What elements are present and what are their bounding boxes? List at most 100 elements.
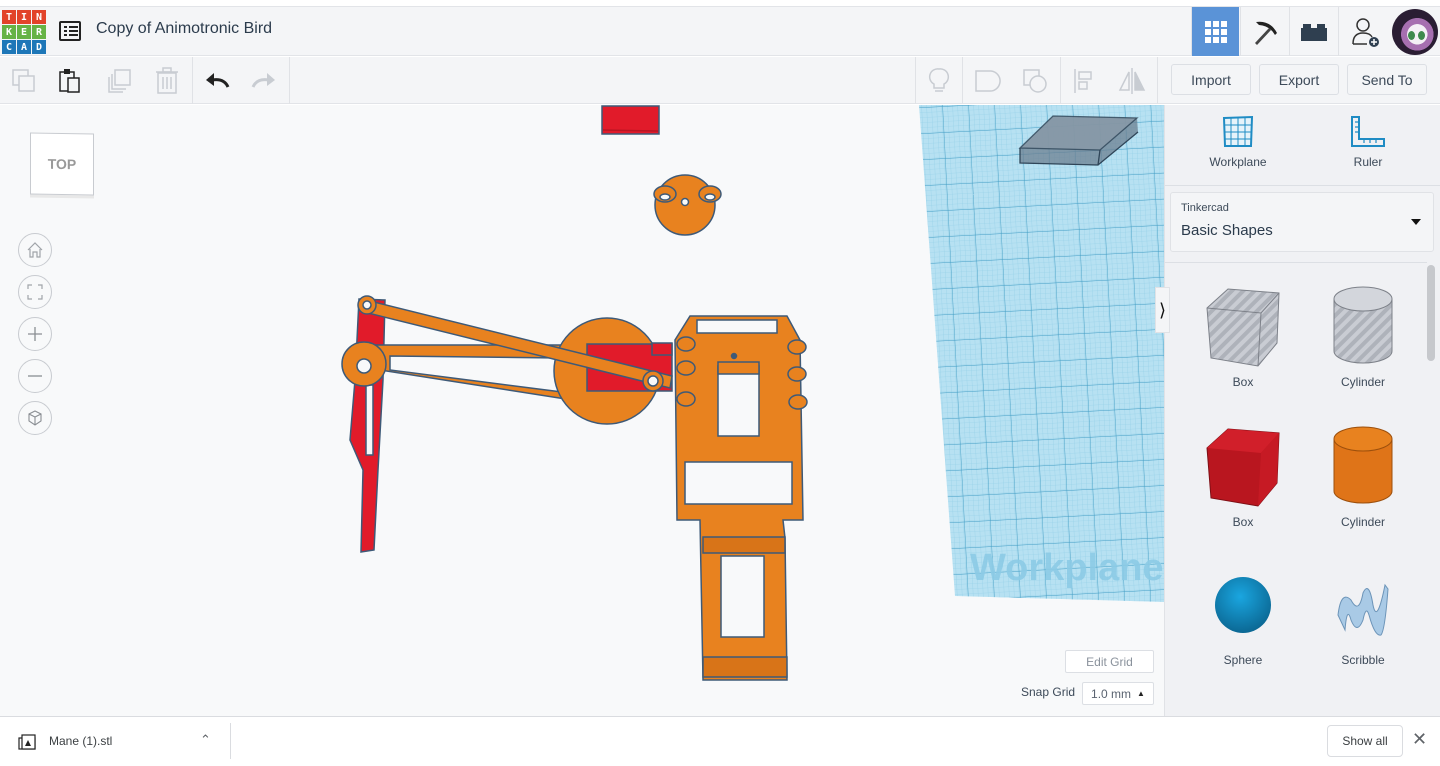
- grid-icon: [1204, 20, 1227, 43]
- paste-icon: [59, 68, 80, 93]
- redo-button[interactable]: [241, 57, 287, 104]
- snap-grid-value: 1.0 mm: [1091, 686, 1132, 701]
- logo-letter: I: [17, 10, 31, 24]
- body-frame-shape[interactable]: [674, 315, 808, 681]
- export-button[interactable]: Export: [1259, 64, 1339, 95]
- perspective-button[interactable]: [18, 401, 52, 435]
- downloads-bar: Mane (1).stl ⌃ Show all ✕: [0, 716, 1440, 765]
- lightbulb-icon: [928, 67, 950, 92]
- red-block-shape[interactable]: [601, 105, 660, 135]
- view-cube[interactable]: TOP: [30, 132, 94, 196]
- brick-icon: [1300, 23, 1327, 41]
- fit-view-icon: [27, 284, 43, 300]
- fit-all-button[interactable]: [18, 275, 52, 309]
- shapes-panel: Workplane Ruler Tinkercad Basic Shapes B…: [1164, 105, 1440, 716]
- duplicate-icon: [108, 68, 131, 93]
- sphere-icon: [1215, 577, 1271, 633]
- library-name: Basic Shapes: [1181, 222, 1273, 239]
- add-collaborator-button[interactable]: [1338, 7, 1392, 56]
- copy-button[interactable]: [1, 57, 47, 104]
- import-button[interactable]: Import: [1171, 64, 1251, 95]
- box-solid-icon: [1206, 428, 1280, 507]
- download-item[interactable]: [18, 717, 36, 766]
- ungroup-icon: [1023, 68, 1047, 93]
- duplicate-button[interactable]: [96, 57, 142, 104]
- undo-icon: [206, 72, 230, 88]
- workplane-icon: [1222, 115, 1254, 147]
- edit-toolbar: Import Export Send To: [0, 57, 1440, 104]
- zoom-out-button[interactable]: [18, 359, 52, 393]
- toolbar-divider: [192, 57, 193, 104]
- toolbar-divider: [1157, 57, 1158, 104]
- ruler-icon: [1351, 116, 1385, 147]
- user-avatar[interactable]: [1392, 9, 1438, 55]
- shape-label: Cylinder: [1340, 375, 1385, 389]
- file-icon: [18, 733, 36, 750]
- snap-grid-select[interactable]: 1.0 mm ▲: [1082, 682, 1154, 705]
- caret-down-icon: [1411, 219, 1421, 225]
- zoom-in-button[interactable]: [18, 317, 52, 351]
- downloads-divider: [230, 723, 231, 759]
- ruler-tool[interactable]: Ruler: [1313, 115, 1423, 169]
- shape-cylinder-hole[interactable]: Cylinder: [1303, 283, 1423, 389]
- send-to-button[interactable]: Send To: [1347, 64, 1427, 95]
- logo-letter: A: [17, 40, 31, 54]
- edit-grid-button[interactable]: Edit Grid: [1065, 650, 1154, 673]
- document-title[interactable]: Copy of Animotronic Bird: [96, 20, 272, 38]
- shape-box-solid[interactable]: Box: [1183, 423, 1303, 529]
- browser-top-edge: [0, 0, 1440, 7]
- undo-button[interactable]: [194, 57, 240, 104]
- download-file-name[interactable]: Mane (1).stl: [49, 734, 112, 748]
- group-button[interactable]: [964, 57, 1010, 104]
- close-icon[interactable]: ✕: [1412, 729, 1427, 750]
- shape-cylinder-solid[interactable]: Cylinder: [1303, 423, 1423, 529]
- logo-letter: D: [32, 40, 46, 54]
- user-plus-icon: [1351, 17, 1379, 47]
- caret-up-icon: ▲: [1137, 689, 1145, 698]
- panel-divider: [1165, 185, 1440, 186]
- chevron-up-icon[interactable]: ⌃: [200, 733, 211, 748]
- cylinder-hole-icon: [1333, 286, 1393, 364]
- copy-icon: [12, 68, 35, 92]
- home-icon: [27, 242, 43, 258]
- delete-button[interactable]: [144, 57, 190, 104]
- shape-library-select[interactable]: Tinkercad Basic Shapes: [1170, 192, 1434, 252]
- logo-letter: C: [2, 40, 16, 54]
- workplane-label: Workplane: [1209, 155, 1267, 169]
- panel-scrollbar[interactable]: [1427, 265, 1435, 361]
- group-icon: [975, 69, 1001, 92]
- panel-divider: [1165, 262, 1427, 263]
- codeblocks-view-button[interactable]: [1240, 7, 1288, 56]
- bricks-view-button[interactable]: [1289, 7, 1337, 56]
- scene: Workplane: [341, 105, 1164, 681]
- workplane-tool[interactable]: Workplane: [1183, 115, 1293, 169]
- collapse-panel-button[interactable]: ⟩: [1155, 287, 1170, 333]
- design-list-icon[interactable]: [59, 21, 81, 41]
- shape-scribble[interactable]: Scribble: [1303, 575, 1423, 667]
- pickaxe-icon: [1254, 21, 1277, 45]
- redo-icon: [251, 72, 275, 88]
- 3d-viewport[interactable]: Workplane TOP Edit Grid Snap Grid 1.0 mm…: [0, 105, 1164, 716]
- toolbar-divider: [289, 57, 290, 104]
- logo-letter: N: [32, 10, 46, 24]
- logo-letter: T: [2, 10, 16, 24]
- cube-perspective-icon: [28, 410, 42, 426]
- show-notes-button[interactable]: [916, 57, 962, 104]
- orange-disc-shape[interactable]: [653, 174, 722, 236]
- shape-sphere[interactable]: Sphere: [1183, 575, 1303, 667]
- workplane-grid[interactable]: Workplane: [919, 105, 1164, 602]
- plus-icon: [28, 327, 42, 341]
- tinkercad-logo[interactable]: T I N K E R C A D: [2, 10, 46, 54]
- align-button[interactable]: [1061, 57, 1107, 104]
- ungroup-button[interactable]: [1012, 57, 1058, 104]
- ruler-label: Ruler: [1353, 155, 1383, 169]
- red-leg-shape[interactable]: [349, 298, 386, 553]
- shape-label: Box: [1232, 375, 1254, 389]
- mirror-button[interactable]: [1109, 57, 1155, 104]
- shape-box-hole[interactable]: Box: [1183, 283, 1303, 389]
- paste-button[interactable]: [47, 57, 93, 104]
- mirror-icon: [1118, 67, 1146, 94]
- show-all-button[interactable]: Show all: [1327, 725, 1403, 757]
- 3d-design-view-button[interactable]: [1191, 7, 1239, 56]
- home-view-button[interactable]: [18, 233, 52, 267]
